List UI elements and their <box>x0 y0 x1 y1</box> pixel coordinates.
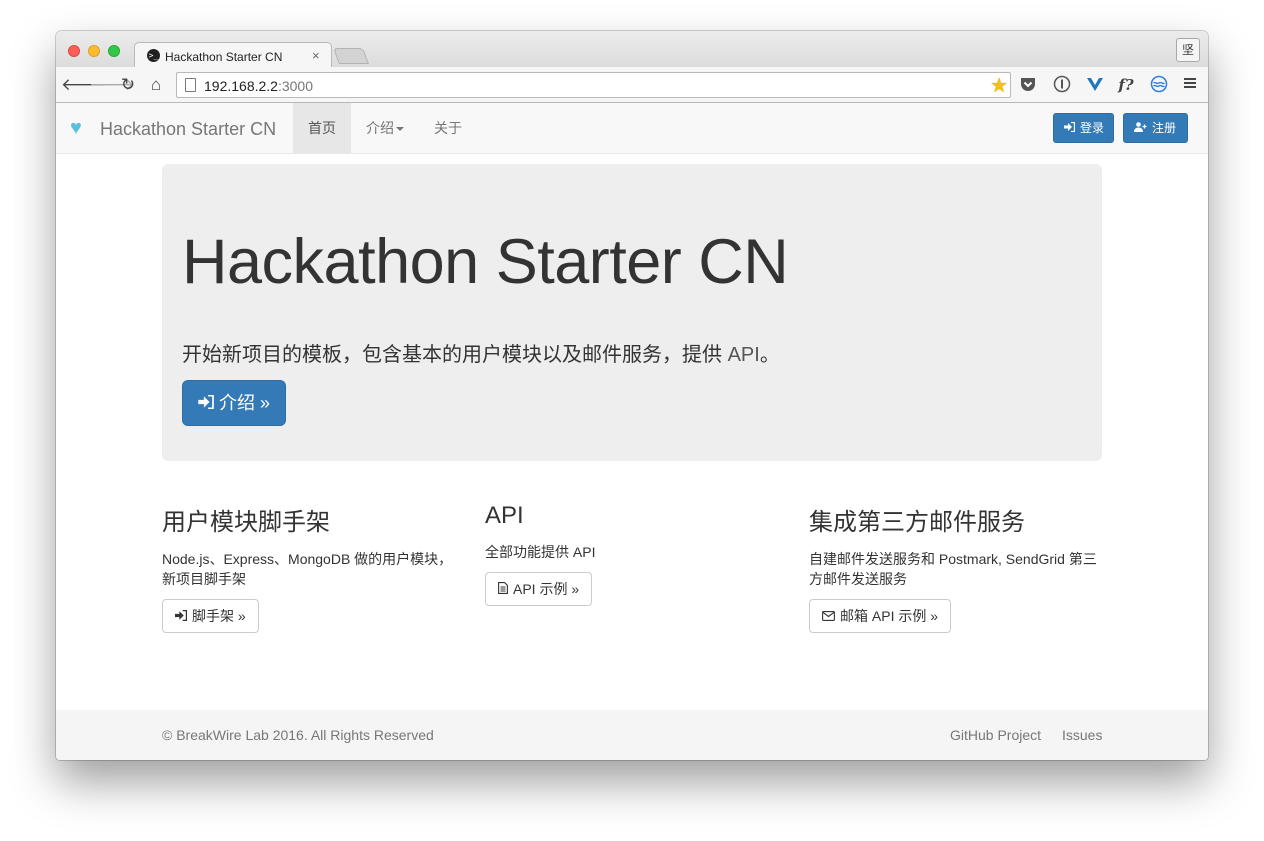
profile-button[interactable]: 坚 <box>1176 38 1200 62</box>
api-example-button-label: API 示例 » <box>513 581 580 597</box>
navbar-brand[interactable]: Hackathon Starter CN <box>100 119 276 140</box>
nav-item-intro[interactable]: 介绍 <box>351 103 419 153</box>
home-icon[interactable]: ⌂ <box>145 74 167 96</box>
url-port: :3000 <box>277 78 314 94</box>
file-text-icon <box>498 574 508 606</box>
menu-icon[interactable] <box>1180 75 1200 95</box>
url-text[interactable]: 192.168.2.2:3000 <box>204 78 313 94</box>
caret-down-icon <box>396 127 404 132</box>
close-window-button[interactable] <box>68 45 80 57</box>
onepassword-icon[interactable] <box>1052 75 1072 95</box>
nav-item-about[interactable]: 关于 <box>419 103 477 153</box>
feature-text: 自建邮件发送服务和 Postmark, SendGrid 第三方邮件发送服务 <box>809 551 1097 587</box>
wave-icon[interactable] <box>1149 75 1169 95</box>
login-label: 登录 <box>1080 121 1105 135</box>
sign-in-icon <box>175 601 188 633</box>
feature-heading: API <box>485 502 524 529</box>
user-plus-icon <box>1134 114 1147 142</box>
sign-in-icon <box>198 383 214 427</box>
forward-icon[interactable]: 🡒 <box>89 74 135 96</box>
web-page: ♥ Hackathon Starter CN 首页 介绍 关于 登录 注册 Ha… <box>56 103 1208 760</box>
tab-close-icon[interactable]: × <box>312 48 320 63</box>
back-icon[interactable]: 🡐 <box>61 74 107 96</box>
scaffold-button-label: 脚手架 » <box>192 608 246 624</box>
feature-column-users: 用户模块脚手架 Node.js、Express、MongoDB 做的用户模块，新… <box>162 502 462 633</box>
jumbotron-lead-text: 开始新项目的模板，包含基本的用户模块以及邮件服务，提供 <box>182 344 728 366</box>
jumbotron-lead-end: 。 <box>759 344 780 366</box>
page-icon <box>185 78 196 92</box>
browser-tab[interactable]: >_ Hackathon Starter CN × <box>134 42 332 68</box>
pocket-icon[interactable] <box>1018 75 1038 95</box>
sign-in-icon <box>1064 114 1076 142</box>
vue-devtools-icon[interactable] <box>1085 75 1105 95</box>
issues-link[interactable]: Issues <box>1062 727 1102 743</box>
scaffold-button[interactable]: 脚手架 » <box>162 599 259 633</box>
jumbotron: Hackathon Starter CN 开始新项目的模板，包含基本的用户模块以… <box>162 164 1102 461</box>
feature-heading: 集成第三方邮件服务 <box>809 509 1025 536</box>
feature-text: 全部功能提供 API <box>485 544 596 560</box>
feature-column-email: 集成第三方邮件服务 自建邮件发送服务和 Postmark, SendGrid 第… <box>809 502 1109 633</box>
new-tab-button[interactable] <box>333 48 369 64</box>
zoom-window-button[interactable] <box>108 45 120 57</box>
email-api-button-label: 邮箱 API 示例 » <box>840 608 939 624</box>
heart-icon[interactable]: ♥ <box>70 117 82 140</box>
signup-label: 注册 <box>1152 121 1177 135</box>
jumbotron-lead: 开始新项目的模板，包含基本的用户模块以及邮件服务，提供 API。 <box>182 338 780 367</box>
browser-toolbar: 🡐 🡒 ↻ ⌂ 192.168.2.2:3000 ★ f? <box>56 67 1208 103</box>
jumbotron-lead-api: API <box>727 344 760 366</box>
email-api-button[interactable]: 邮箱 API 示例 » <box>809 599 952 633</box>
terminal-favicon-icon: >_ <box>147 49 160 62</box>
minimize-window-button[interactable] <box>88 45 100 57</box>
reload-icon[interactable]: ↻ <box>117 74 139 96</box>
github-project-link[interactable]: GitHub Project <box>950 727 1041 743</box>
api-example-button[interactable]: API 示例 » <box>485 572 593 606</box>
star-icon[interactable]: ★ <box>990 73 1008 98</box>
feature-text: Node.js、Express、MongoDB 做的用户模块，新项目脚手架 <box>162 551 453 587</box>
footer: © BreakWire Lab 2016. All Rights Reserve… <box>56 710 1208 760</box>
intro-button[interactable]: 介绍 » <box>182 380 286 426</box>
navbar: ♥ Hackathon Starter CN 首页 介绍 关于 登录 注册 <box>56 103 1208 154</box>
browser-window: >_ Hackathon Starter CN × 坚 🡐 🡒 ↻ ⌂ 192.… <box>56 31 1208 760</box>
nav-item-intro-label: 介绍 <box>366 120 394 136</box>
login-button[interactable]: 登录 <box>1053 113 1114 143</box>
feature-column-api: API 全部功能提供 API API 示例 » <box>485 502 785 606</box>
tab-strip: >_ Hackathon Starter CN × 坚 <box>56 31 1208 68</box>
nav-item-home[interactable]: 首页 <box>293 103 351 153</box>
jumbotron-title: Hackathon Starter CN <box>182 227 789 297</box>
feature-heading: 用户模块脚手架 <box>162 509 330 536</box>
footer-copyright: © BreakWire Lab 2016. All Rights Reserve… <box>162 727 434 743</box>
address-bar[interactable]: 192.168.2.2:3000 ★ <box>176 72 1011 98</box>
fq-icon[interactable]: f? <box>1116 75 1136 95</box>
url-host: 192.168.2.2 <box>204 78 278 94</box>
intro-button-label: 介绍 » <box>218 393 270 413</box>
tab-title: Hackathon Starter CN <box>165 50 283 64</box>
signup-button[interactable]: 注册 <box>1123 113 1188 143</box>
envelope-icon <box>822 601 835 633</box>
